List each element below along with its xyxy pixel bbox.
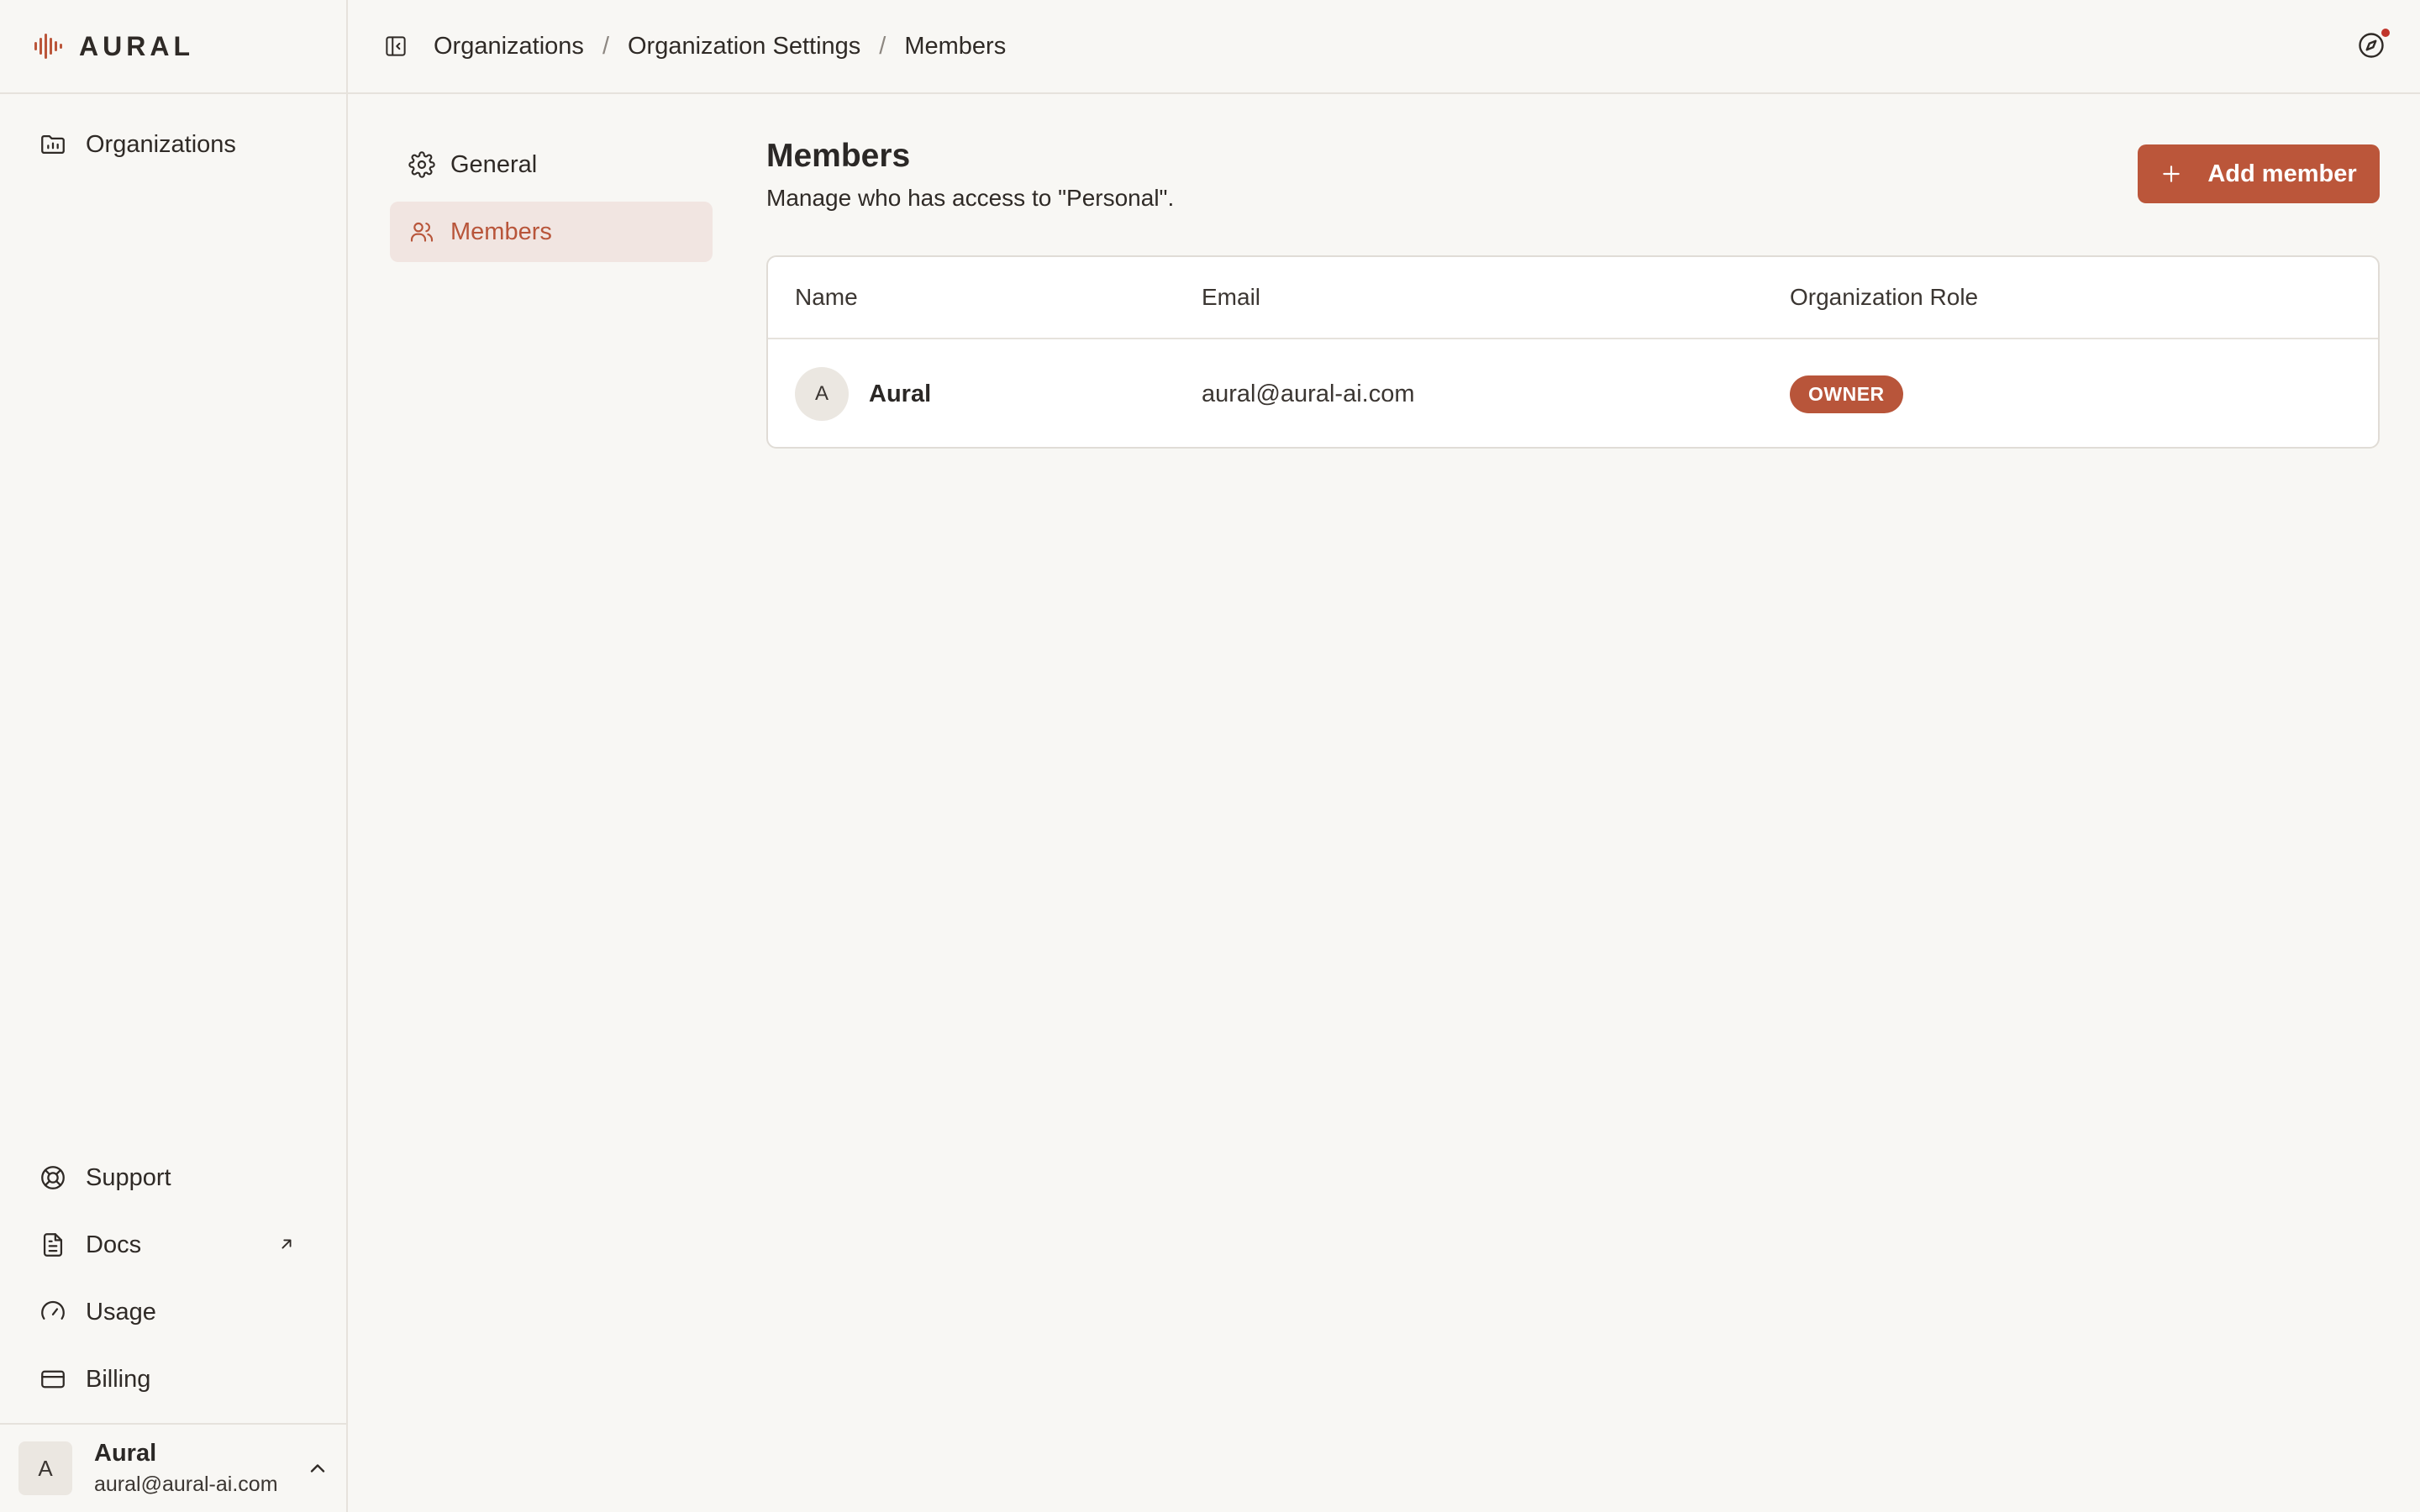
avatar: A [18, 1441, 72, 1495]
breadcrumb-organization-settings[interactable]: Organization Settings [628, 33, 860, 60]
plus-icon [2163, 165, 2181, 182]
column-header-name: Name [795, 284, 858, 310]
gauge-icon [41, 1300, 65, 1320]
app-logo[interactable]: AURAL [34, 29, 194, 64]
waveform-logo-icon [34, 34, 62, 59]
top-bar: Organizations / Organization Settings / … [348, 0, 2420, 94]
member-name: Aural [869, 380, 932, 407]
explore-button[interactable] [2356, 27, 2391, 65]
sidebar-item-organizations[interactable]: Organizations [22, 118, 321, 171]
folder-chart-icon [41, 134, 65, 155]
sidebar-item-label: Docs [86, 1231, 142, 1258]
chevron-up-icon [310, 1464, 325, 1473]
sidebar-item-label: Billing [86, 1365, 151, 1393]
lifebuoy-icon [41, 1166, 65, 1189]
document-icon [43, 1233, 63, 1257]
add-member-button[interactable]: Add member [2138, 144, 2380, 203]
sidebar-divider [0, 1423, 346, 1425]
sidebar-divider [0, 92, 346, 94]
sidebar-item-label: Organizations [86, 130, 236, 158]
breadcrumb-organizations[interactable]: Organizations [434, 33, 584, 60]
users-icon [410, 222, 434, 242]
settings-nav-general[interactable]: General [390, 134, 713, 195]
sidebar-item-billing[interactable]: Billing [22, 1352, 321, 1406]
column-header-role: Organization Role [1790, 284, 1979, 310]
sidebar-item-usage[interactable]: Usage [22, 1285, 321, 1339]
page-subtitle: Manage who has access to "Personal". [766, 185, 1175, 211]
sidebar-item-docs[interactable]: Docs [22, 1218, 321, 1272]
settings-nav-members[interactable]: Members [390, 202, 713, 262]
members-table: Name Email Organization Role A Aural aur… [766, 255, 2380, 449]
column-header-email: Email [1202, 284, 1261, 310]
user-email: aural@aural-ai.com [94, 1473, 278, 1496]
gear-icon [408, 151, 435, 178]
add-member-label: Add member [2207, 160, 2357, 187]
breadcrumb-members: Members [904, 32, 1007, 60]
breadcrumb: Organizations / Organization Settings / … [434, 0, 1006, 92]
member-role-cell: OWNER [1790, 339, 1903, 447]
member-name-cell: A Aural [795, 339, 932, 447]
user-menu[interactable]: A Aural aural@aural-ai.com [18, 1438, 329, 1499]
sidebar-toggle-button[interactable] [383, 34, 408, 63]
role-badge: OWNER [1790, 375, 1903, 413]
table-row[interactable]: A Aural aural@aural-ai.com OWNER [768, 339, 2378, 447]
table-header: Name Email Organization Role [768, 257, 2378, 339]
page-title: Members [766, 138, 911, 174]
member-email-cell: aural@aural-ai.com [1202, 339, 1415, 447]
settings-nav-label: Members [450, 218, 552, 245]
member-email: aural@aural-ai.com [1202, 380, 1415, 407]
breadcrumb-separator: / [879, 32, 886, 60]
avatar: A [795, 367, 849, 421]
user-name: Aural [94, 1440, 157, 1467]
breadcrumb-separator: / [602, 32, 609, 60]
external-link-icon [281, 1239, 292, 1249]
sidebar-item-label: Support [86, 1163, 171, 1191]
sidebar: AURAL Organizations Support Docs Usage B… [0, 0, 348, 1512]
settings-nav-label: General [450, 150, 538, 178]
sidebar-item-support[interactable]: Support [22, 1151, 321, 1205]
sidebar-toggle-icon [386, 36, 406, 56]
sidebar-item-label: Usage [86, 1298, 156, 1326]
notification-dot [2380, 27, 2391, 39]
credit-card-icon [41, 1370, 65, 1389]
logo-text: AURAL [79, 30, 194, 61]
